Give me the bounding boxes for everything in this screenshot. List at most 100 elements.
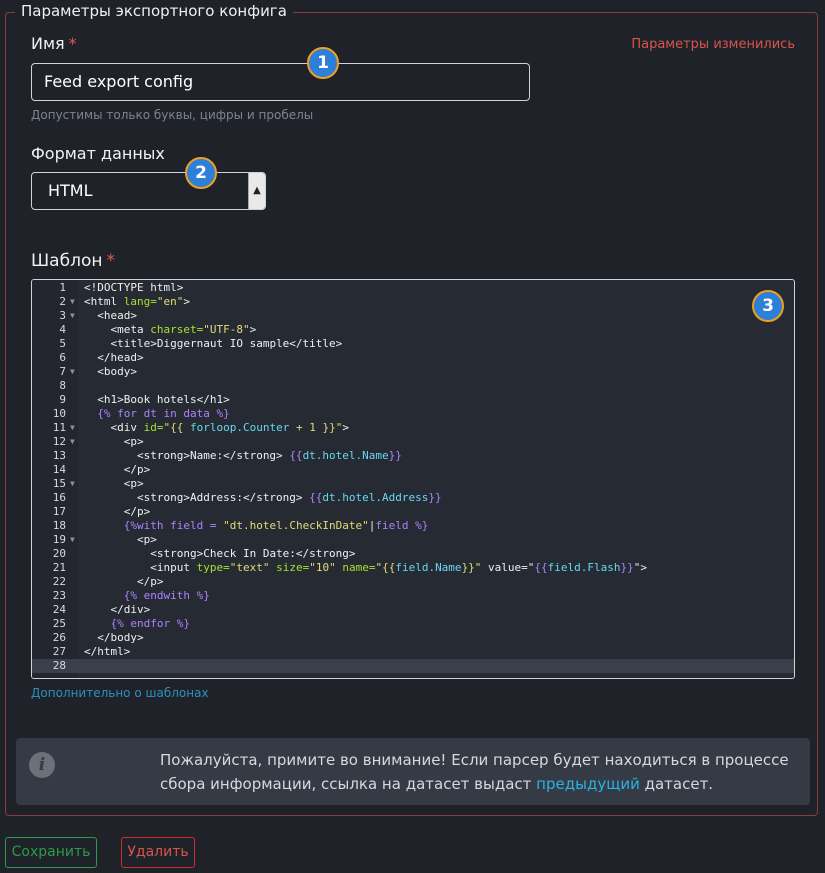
code-line[interactable]: 9 <h1>Book hotels</h1>	[32, 393, 794, 407]
fold-toggle-icon[interactable]: ▼	[70, 309, 75, 323]
fieldset-legend: Параметры экспортного конфига	[15, 2, 293, 20]
code-line[interactable]: 24 </div>	[32, 603, 794, 617]
delete-button[interactable]: Удалить	[121, 837, 195, 868]
code-line[interactable]: 14 </p>	[32, 463, 794, 477]
code-line[interactable]: 15 ▼ <p>	[32, 477, 794, 491]
code-line[interactable]: 11 ▼ <div id="{{ forloop.Counter + 1 }}">	[32, 421, 794, 435]
line-number: 11	[52, 421, 66, 434]
line-number: 18	[52, 519, 66, 532]
name-input[interactable]: Feed export config	[31, 63, 530, 101]
code-line[interactable]: 25 {% endfor %}	[32, 617, 794, 631]
code-line[interactable]: 12 ▼ <p>	[32, 435, 794, 449]
line-number: 25	[52, 617, 66, 630]
code-line[interactable]: 20 <strong>Check In Date:</strong>	[32, 547, 794, 561]
code-text: <meta charset="UTF-8">	[110, 323, 257, 336]
code-text: <head>	[97, 309, 137, 322]
line-number: 27	[52, 645, 66, 658]
template-code-editor[interactable]: 1 <!DOCTYPE html> 2 ▼ <html lang="en"> 3 ▼ <he…	[31, 279, 795, 679]
fold-toggle-icon[interactable]: ▼	[70, 295, 75, 309]
code-line[interactable]: 26 </body>	[32, 631, 794, 645]
line-number: 22	[52, 575, 66, 588]
code-line[interactable]: 17 </p>	[32, 505, 794, 519]
required-mark: *	[106, 251, 115, 271]
code-text: <!DOCTYPE html>	[84, 281, 184, 294]
code-line[interactable]: 16 <strong>Address:</strong> {{dt.hotel.…	[32, 491, 794, 505]
code-text: </div>	[110, 603, 151, 616]
code-line[interactable]: 21 <input type="text" size="10" name="{{…	[32, 561, 794, 575]
line-number: 21	[52, 561, 66, 574]
chevron-down-icon[interactable]: ▲	[248, 173, 265, 209]
code-text: <strong>Check In Date:</strong>	[150, 547, 356, 560]
format-select-value: HTML	[48, 181, 93, 200]
save-button[interactable]: Сохранить	[5, 837, 97, 868]
code-text: <html lang="en">	[84, 295, 190, 308]
template-label: Шаблон *	[31, 251, 115, 271]
code-line[interactable]: 13 <strong>Name:</strong> {{dt.hotel.Nam…	[32, 449, 794, 463]
code-line[interactable]: 8	[32, 379, 794, 393]
code-line[interactable]: 3 ▼ <head>	[32, 309, 794, 323]
code-line[interactable]: 19 ▼ <p>	[32, 533, 794, 547]
code-text: <body>	[97, 365, 137, 378]
code-text: <input type="text" size="10" name="{{fie…	[150, 561, 648, 574]
line-number: 19	[52, 533, 66, 546]
line-number: 23	[52, 589, 66, 602]
notice-text: Пожалуйста, примите во внимание! Если па…	[160, 751, 789, 793]
format-select[interactable]: HTML ▲	[31, 172, 266, 210]
code-text: </p>	[123, 463, 151, 476]
line-number: 12	[52, 435, 66, 448]
code-line[interactable]: 2 ▼ <html lang="en">	[32, 295, 794, 309]
code-text: {% endfor %}	[110, 617, 190, 630]
code-line[interactable]: 10 {% for dt in data %}	[32, 407, 794, 421]
code-text: <div id="{{ forloop.Counter + 1 }}">	[110, 421, 349, 434]
line-number: 6	[59, 351, 66, 364]
code-text: {% endwith %}	[123, 589, 210, 602]
annotation-badge-3: 3	[752, 290, 784, 322]
line-number: 15	[52, 477, 66, 490]
line-number: 9	[59, 393, 66, 406]
code-text: </p>	[123, 505, 151, 518]
code-line[interactable]: 22 </p>	[32, 575, 794, 589]
templates-more-link[interactable]: Дополнительно о шаблонах	[31, 686, 209, 700]
line-number: 24	[52, 603, 66, 616]
code-line[interactable]: 7 ▼ <body>	[32, 365, 794, 379]
line-number: 13	[52, 449, 66, 462]
code-text: </p>	[136, 575, 164, 588]
code-line[interactable]: 27 </html>	[32, 645, 794, 659]
code-line[interactable]: 4 <meta charset="UTF-8">	[32, 323, 794, 337]
code-text: {% for dt in data %}	[97, 407, 230, 420]
line-number: 1	[59, 281, 66, 294]
code-text: <p>	[123, 435, 144, 448]
line-number: 26	[52, 631, 66, 644]
previous-dataset-link[interactable]: предыдущий	[536, 775, 640, 793]
line-number: 14	[52, 463, 66, 476]
code-text: <p>	[123, 477, 144, 490]
code-line[interactable]: 18 {%with field = "dt.hotel.CheckInDate"…	[32, 519, 794, 533]
line-number: 17	[52, 505, 66, 518]
code-text: </html>	[84, 645, 131, 658]
line-number: 28	[52, 659, 66, 672]
line-number: 16	[52, 491, 66, 504]
fold-toggle-icon[interactable]: ▼	[70, 477, 75, 491]
code-line[interactable]: 28	[32, 659, 794, 673]
line-number: 8	[59, 379, 66, 392]
annotation-badge-1: 1	[307, 47, 339, 79]
info-icon: i	[29, 752, 55, 778]
line-number: 7	[59, 365, 66, 378]
fold-toggle-icon[interactable]: ▼	[70, 421, 75, 435]
annotation-badge-2: 2	[185, 157, 217, 189]
params-changed-notice: Параметры изменились	[631, 37, 795, 52]
name-hint: Допустимы только буквы, цифры и пробелы	[31, 108, 314, 122]
format-label: Формат данных	[31, 144, 165, 163]
line-number: 10	[52, 407, 66, 420]
code-line[interactable]: 1 <!DOCTYPE html>	[32, 281, 794, 295]
fold-toggle-icon[interactable]: ▼	[70, 435, 75, 449]
code-text: </body>	[97, 631, 144, 644]
code-line[interactable]: 6 </head>	[32, 351, 794, 365]
fold-toggle-icon[interactable]: ▼	[70, 533, 75, 547]
line-number: 4	[59, 323, 66, 336]
name-label: Имя *	[31, 34, 77, 53]
line-number: 2	[59, 295, 66, 308]
code-line[interactable]: 5 <title>Diggernaut IO sample</title>	[32, 337, 794, 351]
fold-toggle-icon[interactable]: ▼	[70, 365, 75, 379]
code-line[interactable]: 23 {% endwith %}	[32, 589, 794, 603]
